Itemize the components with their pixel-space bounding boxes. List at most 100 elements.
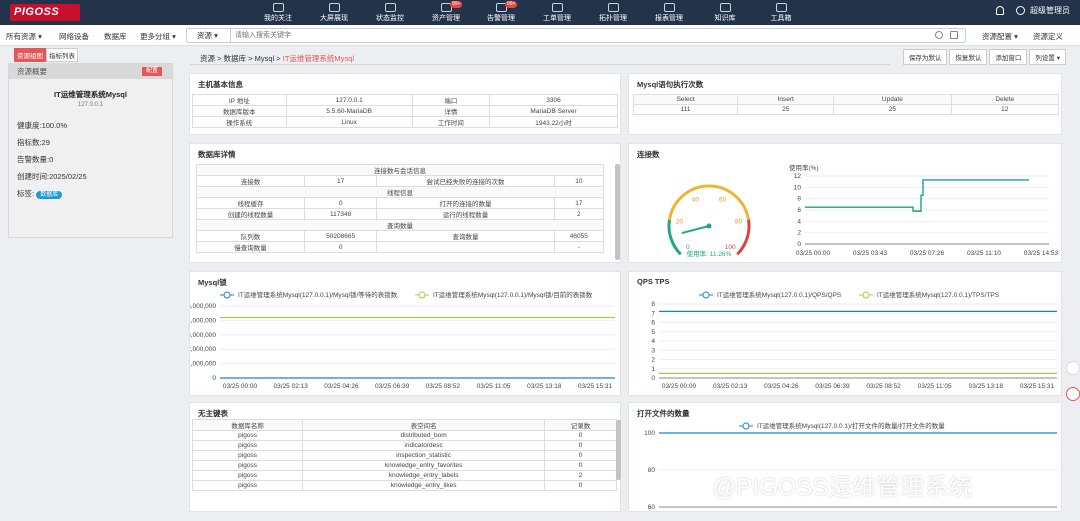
connection-usage-chart: 使用率(%) 0 2 4 6 8 10 12 03/25 00:00 03/25 03:43 03/… <box>789 163 1059 257</box>
tag-icon[interactable] <box>950 31 958 39</box>
column-settings-button[interactable]: 列设置 ▾ <box>1029 49 1066 65</box>
x-tick-label: 03/25 15:31 <box>1020 383 1055 390</box>
gauge-tick-label: 40 <box>692 196 700 203</box>
search-input[interactable] <box>235 29 915 42</box>
legend-marker[interactable] <box>223 291 231 299</box>
y-tick-label: 12 <box>794 173 802 180</box>
table-row[interactable]: pigoss knowledge_entry_favorites 0 <box>191 460 617 471</box>
y-tick-label: 3,000,000 <box>190 332 216 339</box>
table-row[interactable]: pigoss knowledge_entry_labels 2 <box>191 470 617 481</box>
table-row[interactable]: pigoss knowledge_entry_likes 0 <box>191 480 617 491</box>
nav-icon <box>384 3 396 12</box>
network-devices-link[interactable]: 网络设备 <box>59 31 89 42</box>
nav-item-3[interactable]: 资产管理 99+ <box>418 0 474 25</box>
no-pk-cell: 2 <box>544 470 617 481</box>
table-row[interactable]: pigoss indicatordesc 0 <box>191 440 617 451</box>
db-detail-cell: 连接数 <box>196 175 305 187</box>
y-tick-label: 2 <box>797 230 801 237</box>
host-info-cell: 127.0.0.1 <box>285 94 413 106</box>
breadcrumb-divider <box>190 64 890 65</box>
nav-item-0[interactable]: 我的关注 <box>250 0 306 25</box>
y-tick-label: 60 <box>648 504 656 511</box>
legend-marker[interactable] <box>702 291 710 299</box>
resource-config-menu[interactable]: 资源配置 ▾ <box>982 31 1018 42</box>
host-info-cell: 5.5.60-MariaDB <box>285 105 413 117</box>
nav-label: 状态监控 <box>376 15 404 22</box>
search-type-select[interactable]: 资源 ▾ <box>187 29 231 42</box>
legend-label[interactable]: IT运维管理系统Mysql(127.0.0.1)/QPS/QPS <box>717 290 842 299</box>
nav-icon <box>272 3 284 12</box>
tag-badge[interactable]: 数据库 <box>36 191 63 199</box>
tab-resource-group[interactable]: 资源组图 <box>14 48 46 62</box>
db-detail-cell: 运行的线程数量 <box>376 208 555 220</box>
gauge-tick-label: 80 <box>735 218 743 225</box>
float-help-button[interactable] <box>1066 387 1080 401</box>
nav-item-4[interactable]: 告警管理 99+ <box>473 0 529 25</box>
database-link[interactable]: 数据库 <box>104 31 127 42</box>
legend-label[interactable]: IT运维管理系统Mysql(127.0.0.1)/Mysql锁/等待的表锁数 <box>238 290 398 299</box>
y-tick-label: 0 <box>651 375 655 382</box>
x-tick-label: 03/25 00:00 <box>796 250 831 257</box>
float-scroll-button[interactable] <box>1066 361 1080 375</box>
nav-item-9[interactable]: 工具箱 <box>753 0 809 25</box>
config-button[interactable]: 配置 <box>141 67 162 76</box>
app-logo[interactable]: PIGOSS <box>10 4 80 21</box>
gauge-tick-label: 60 <box>719 196 727 203</box>
no-pk-scrollbar[interactable] <box>616 420 621 480</box>
legend-marker[interactable] <box>418 291 426 299</box>
restore-default-button[interactable]: 恢复默认 <box>949 49 988 65</box>
host-info-cell: 1943.22小时 <box>489 116 618 128</box>
db-detail-cell: 打开的连接的数量 <box>376 197 555 209</box>
y-tick-label: 10 <box>794 184 802 191</box>
nav-label: 工单管理 <box>543 15 571 22</box>
table-row[interactable]: pigoss distributed_bom 0 <box>191 430 617 441</box>
host-info-cell: 3306 <box>489 94 618 106</box>
nav-label: 拓扑管理 <box>599 15 627 22</box>
x-tick-label: 03/25 02:13 <box>274 383 309 390</box>
host-info-row: 数据库版本 5.5.60-MariaDB 详情 MariaDB Server <box>192 105 618 117</box>
all-resources-menu[interactable]: 所有资源 ▾ <box>6 31 42 42</box>
legend-marker[interactable] <box>742 422 750 430</box>
db-detail-scrollbar[interactable] <box>615 164 620 260</box>
nav-item-6[interactable]: 拓扑管理 <box>585 0 641 25</box>
db-detail-row: 队列数 50208665 查询数量 46055 <box>196 230 605 242</box>
more-groups-menu[interactable]: 更多分组 ▾ <box>140 31 176 42</box>
nav-item-2[interactable]: 状态监控 <box>362 0 418 25</box>
resource-ip: 127.0.0.1 <box>77 102 104 108</box>
connection-gauge: 02040 6080100使用率: 11.26% <box>667 184 751 258</box>
breadcrumb-current: IT运维管理系统Mysql <box>282 54 354 63</box>
host-info-cell: IP 地址 <box>192 94 287 106</box>
y-tick-label: 7 <box>651 310 655 317</box>
legend-label[interactable]: IT运维管理系统Mysql(127.0.0.1)/打开文件的数量/打开文件的数量 <box>757 421 945 430</box>
nav-item-8[interactable]: 知识库 <box>697 0 753 25</box>
breadcrumb-path[interactable]: 资源 > 数据库 > Mysql > <box>200 54 283 63</box>
add-window-button[interactable]: 添加窗口 <box>989 49 1028 65</box>
tab-metric-list[interactable]: 指标列表 <box>46 48 78 62</box>
qps-tps-card: QPS TPS IT运维管理系统Mysql(127.0.0.1)/QPS/QPS… <box>628 271 1062 396</box>
db-detail-cell: 10 <box>553 175 605 187</box>
bell-icon[interactable] <box>995 6 1004 16</box>
y-tick-label: 4 <box>797 218 801 225</box>
exec-header-cell: Select <box>632 94 739 105</box>
nav-item-1[interactable]: 大屏展现 <box>306 0 362 25</box>
no-pk-header-cell: 记录数 <box>544 419 617 431</box>
no-pk-cell: distributed_bom <box>302 430 546 441</box>
db-section-header: 线程信息 <box>196 186 604 198</box>
resource-define-link[interactable]: 资源定义 <box>1033 31 1063 42</box>
table-row[interactable]: pigoss inspection_statistic 0 <box>191 450 617 461</box>
search-icon[interactable] <box>935 31 943 39</box>
user-name[interactable]: 超级管理员 <box>1030 6 1070 15</box>
nav-label: 工具箱 <box>770 15 792 22</box>
db-section-header: 连接数与会话信息 <box>196 164 604 176</box>
legend-label[interactable]: IT运维管理系统Mysql(127.0.0.1)/TPS/TPS <box>877 290 1000 299</box>
nav-item-5[interactable]: 工单管理 <box>529 0 585 25</box>
y-tick-label: 6 <box>797 207 801 214</box>
legend-label[interactable]: IT运维管理系统Mysql(127.0.0.1)/Mysql锁/目前的表锁数 <box>433 290 593 299</box>
db-detail-cell: 0 <box>303 241 378 253</box>
nav-item-7[interactable]: 报表管理 <box>641 0 697 25</box>
legend-marker[interactable] <box>862 291 870 299</box>
user-icon[interactable] <box>1015 6 1025 16</box>
no-pk-cell: knowledge_entry_labels <box>302 470 546 481</box>
save-default-button[interactable]: 保存为默认 <box>902 49 948 65</box>
no-pk-cell: indicatordesc <box>302 440 546 451</box>
